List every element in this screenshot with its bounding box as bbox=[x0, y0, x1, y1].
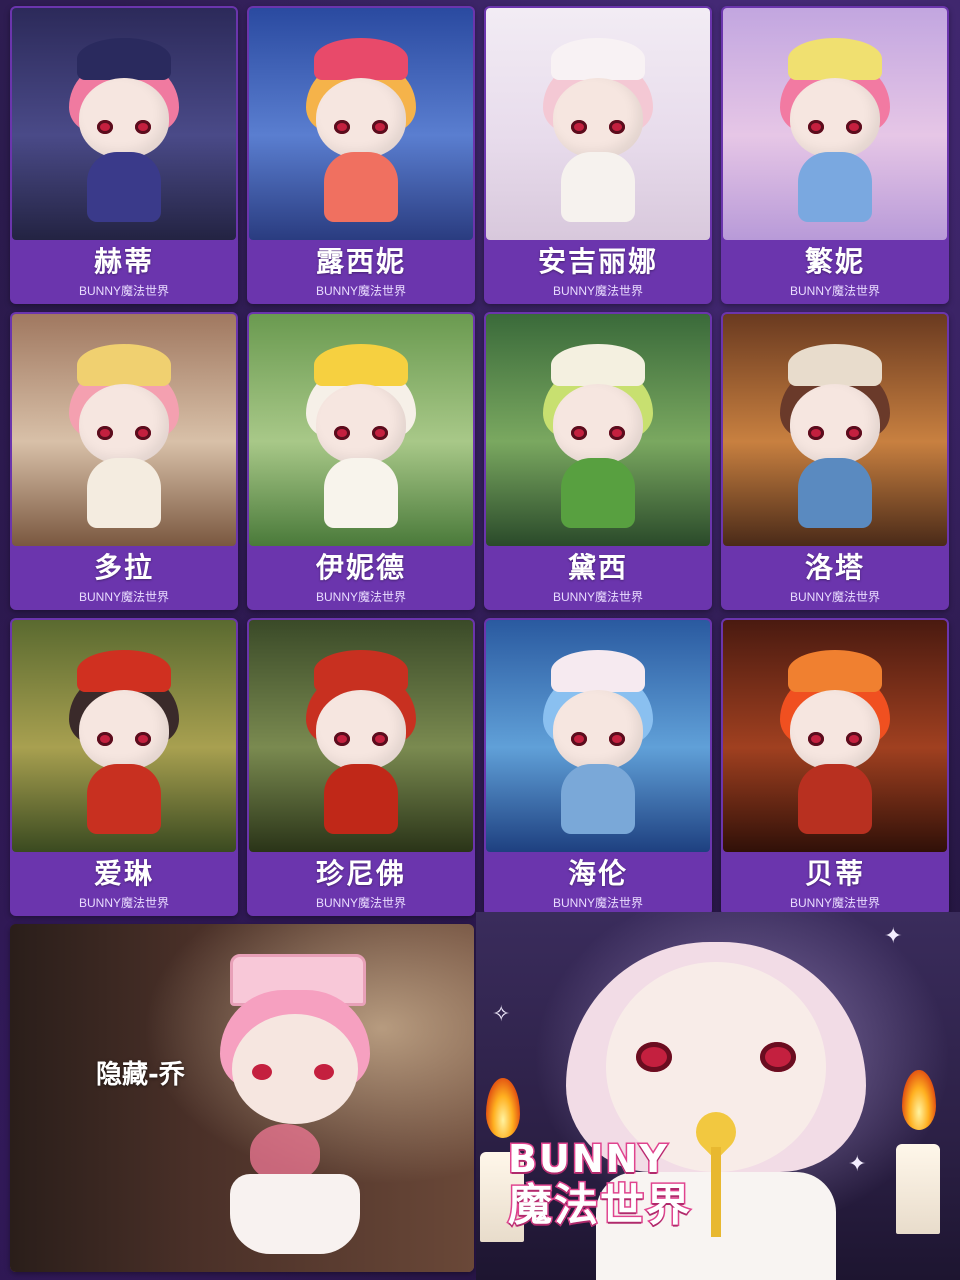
figure-illustration bbox=[543, 38, 653, 228]
figure-illustration bbox=[780, 344, 890, 534]
heart-potion-icon bbox=[250, 1124, 320, 1180]
figure-card[interactable]: 海伦 BUNNY魔法世界 bbox=[484, 618, 712, 916]
figure-photo bbox=[12, 620, 236, 852]
figure-card[interactable]: 黛西 BUNNY魔法世界 bbox=[484, 312, 712, 610]
figure-card[interactable]: 露西妮 BUNNY魔法世界 bbox=[247, 6, 475, 304]
figure-name: 伊妮德 bbox=[315, 551, 406, 584]
banner-title-en: BUNNY bbox=[507, 1137, 669, 1181]
figure-card[interactable]: 赫蒂 BUNNY魔法世界 bbox=[10, 6, 238, 304]
figure-card[interactable]: 珍尼佛 BUNNY魔法世界 bbox=[247, 618, 475, 916]
series-banner: ✦ ✦ ✧ BUNNY 魔法世界 bbox=[476, 912, 960, 1280]
figure-photo bbox=[486, 8, 710, 240]
figure-card[interactable]: 爱琳 BUNNY魔法世界 bbox=[10, 618, 238, 916]
series-label: BUNNY魔法世界 bbox=[315, 896, 406, 910]
flame-right-icon bbox=[902, 1070, 936, 1130]
figure-name: 贝蒂 bbox=[804, 857, 865, 890]
figure-photo bbox=[12, 8, 236, 240]
figure-grid: 赫蒂 BUNNY魔法世界 露西妮 BUNNY魔法世界 安吉丽娜 BUNNY魔法世界 繁妮 BU… bbox=[10, 6, 950, 916]
series-label: BUNNY魔法世界 bbox=[789, 284, 880, 298]
figure-illustration bbox=[780, 38, 890, 228]
figure-card[interactable]: 洛塔 BUNNY魔法世界 bbox=[721, 312, 949, 610]
figure-name: 洛塔 bbox=[804, 551, 865, 584]
figure-photo bbox=[486, 314, 710, 546]
hidden-figure-label: 隐藏-乔 bbox=[96, 1060, 185, 1090]
figure-name: 多拉 bbox=[93, 551, 154, 584]
figure-card[interactable]: 贝蒂 BUNNY魔法世界 bbox=[721, 618, 949, 916]
figure-card[interactable]: 伊妮德 BUNNY魔法世界 bbox=[247, 312, 475, 610]
figure-name: 露西妮 bbox=[315, 245, 406, 278]
banner-title: BUNNY 魔法世界 bbox=[507, 1137, 692, 1231]
figure-photo bbox=[486, 620, 710, 852]
butterfly-icon: ✦ bbox=[884, 924, 903, 949]
series-label: BUNNY魔法世界 bbox=[552, 284, 643, 298]
figure-illustration bbox=[306, 344, 416, 534]
series-label: BUNNY魔法世界 bbox=[78, 284, 169, 298]
banner-title-zh: 魔法世界 bbox=[507, 1180, 692, 1231]
figure-card[interactable]: 繁妮 BUNNY魔法世界 bbox=[721, 6, 949, 304]
figure-illustration bbox=[69, 650, 179, 840]
candle-right bbox=[896, 1144, 940, 1234]
figure-card[interactable]: 多拉 BUNNY魔法世界 bbox=[10, 312, 238, 610]
hidden-figure-card[interactable]: 隐藏-乔 bbox=[10, 924, 474, 1272]
figure-illustration bbox=[543, 344, 653, 534]
figure-name: 爱琳 bbox=[93, 857, 154, 890]
figure-name: 海伦 bbox=[567, 857, 628, 890]
figure-illustration bbox=[306, 38, 416, 228]
series-label: BUNNY魔法世界 bbox=[78, 896, 169, 910]
figure-name: 黛西 bbox=[567, 551, 628, 584]
figure-photo bbox=[249, 620, 473, 852]
figure-illustration bbox=[69, 38, 179, 228]
butterfly-icon: ✦ bbox=[848, 1152, 867, 1177]
figure-photo bbox=[12, 314, 236, 546]
series-label: BUNNY魔法世界 bbox=[315, 284, 406, 298]
figure-name: 赫蒂 bbox=[93, 245, 154, 278]
figure-card[interactable]: 安吉丽娜 BUNNY魔法世界 bbox=[484, 6, 712, 304]
figure-photo bbox=[249, 8, 473, 240]
series-label: BUNNY魔法世界 bbox=[315, 590, 406, 604]
series-label: BUNNY魔法世界 bbox=[552, 896, 643, 910]
figure-name: 繁妮 bbox=[804, 245, 865, 278]
series-label: BUNNY魔法世界 bbox=[78, 590, 169, 604]
hidden-figure bbox=[210, 934, 380, 1264]
figure-photo bbox=[249, 314, 473, 546]
series-label: BUNNY魔法世界 bbox=[789, 896, 880, 910]
figure-illustration bbox=[543, 650, 653, 840]
figure-photo bbox=[723, 314, 947, 546]
sparkle-icon: ✧ bbox=[492, 1002, 511, 1027]
figure-illustration bbox=[780, 650, 890, 840]
figure-name: 安吉丽娜 bbox=[537, 245, 658, 278]
figure-illustration bbox=[69, 344, 179, 534]
figure-photo bbox=[723, 620, 947, 852]
figure-name: 珍尼佛 bbox=[315, 857, 406, 890]
figure-photo bbox=[723, 8, 947, 240]
series-label: BUNNY魔法世界 bbox=[789, 590, 880, 604]
series-label: BUNNY魔法世界 bbox=[552, 590, 643, 604]
flame-left-icon bbox=[486, 1078, 520, 1138]
figure-illustration bbox=[306, 650, 416, 840]
